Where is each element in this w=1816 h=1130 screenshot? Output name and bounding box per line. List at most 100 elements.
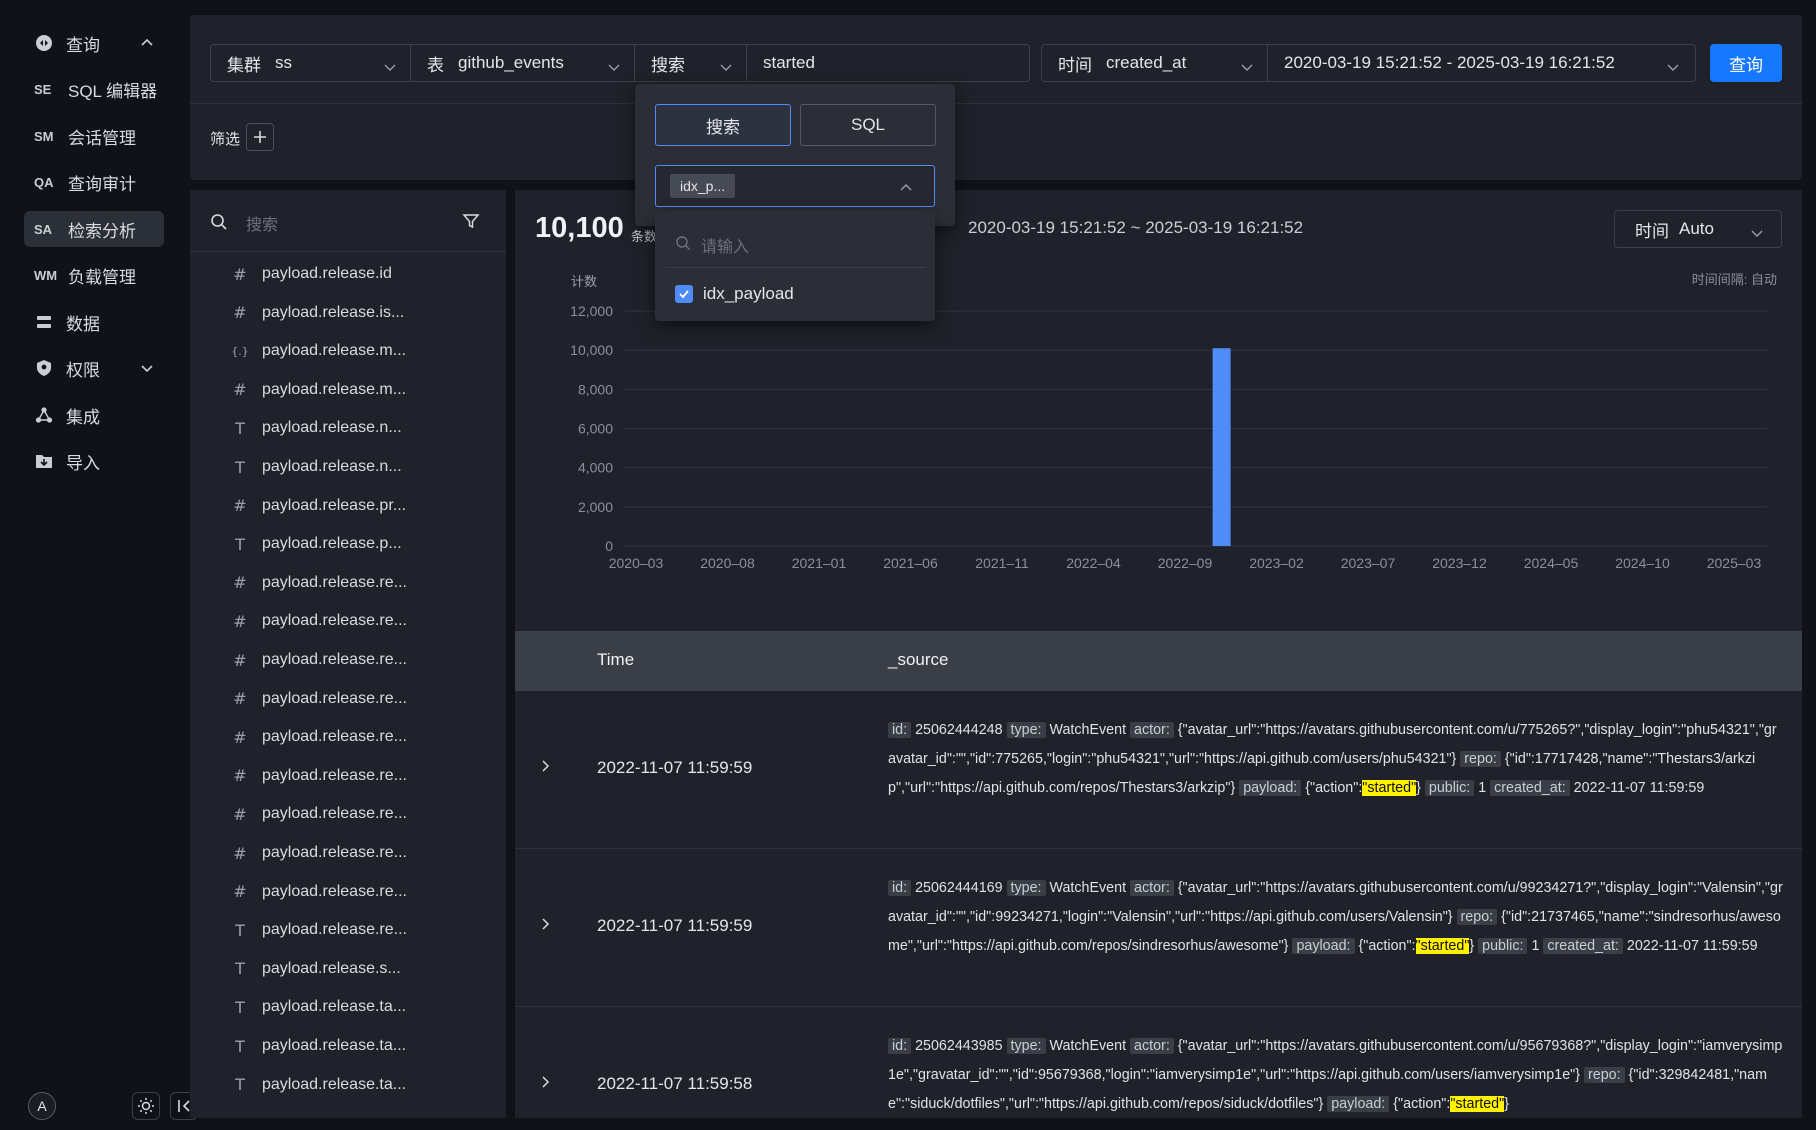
checkbox-checked-icon[interactable] — [675, 285, 693, 303]
nav-query[interactable]: 查询 — [24, 25, 164, 61]
nav-integration[interactable]: 集成 — [24, 397, 164, 433]
nav-data[interactable]: 数据 — [24, 304, 164, 340]
table-label: 表 — [427, 55, 444, 75]
interval-select[interactable]: 时间 Auto — [1614, 210, 1782, 248]
index-option[interactable]: idx_payload — [675, 284, 794, 304]
time-range-picker[interactable]: 2020-03-19 15:21:52 - 2025-03-19 16:21:5… — [1268, 45, 1693, 81]
field-item[interactable]: # payload.release.id — [230, 262, 392, 286]
query-bar: 集群 ss 表 github_events 搜索 started — [210, 44, 1030, 82]
field-item[interactable]: Tpayload.release.p... — [230, 532, 402, 556]
table-row[interactable]: 2022-11-07 11:59:59 id: 25062444169 type:… — [515, 849, 1802, 1007]
field-type-icon: T — [235, 1036, 245, 1056]
source-value: } — [1469, 938, 1479, 954]
field-type-icon: # — [233, 882, 247, 902]
field-item[interactable]: # payload.release.re... — [230, 648, 407, 672]
field-item[interactable]: # payload.release.re... — [230, 725, 407, 749]
chevron-right-icon[interactable] — [539, 917, 551, 935]
chevron-up-icon[interactable] — [140, 35, 154, 55]
selected-index-tag[interactable]: idx_p... — [670, 174, 736, 198]
sql-mode-button[interactable]: SQL — [800, 104, 936, 146]
x-tick-label: 2021–11 — [975, 555, 1029, 571]
field-item[interactable]: Tpayload.release.re... — [230, 918, 407, 942]
result-time-range: 2020-03-19 15:21:52 ~ 2025-03-19 16:21:5… — [968, 218, 1304, 237]
chevron-right-icon[interactable] — [539, 759, 551, 777]
nav-search-analysis[interactable]: SA 检索分析 — [24, 211, 164, 247]
filter-funnel-icon[interactable] — [462, 212, 480, 235]
chevron-right-icon[interactable] — [539, 1075, 551, 1093]
avatar[interactable]: A — [28, 1092, 56, 1120]
field-item[interactable]: Tpayload.release.n... — [230, 455, 402, 479]
query-button[interactable]: 查询 — [1710, 44, 1782, 82]
cluster-select[interactable]: 集群 ss — [211, 45, 411, 81]
nav-session-mgmt[interactable]: SM 会话管理 — [24, 118, 164, 154]
chevron-down-icon[interactable] — [140, 360, 154, 380]
field-search[interactable]: 搜索 — [190, 190, 506, 252]
nav-sql-editor[interactable]: SE SQL 编辑器 — [24, 71, 164, 107]
field-item[interactable]: Tpayload.release.ta... — [230, 1034, 406, 1058]
time-range-value: 2020-03-19 15:21:52 - 2025-03-19 16:21:5… — [1284, 53, 1615, 72]
nav-permission[interactable]: 权限 — [24, 350, 164, 386]
search-mode-button[interactable]: 搜索 — [655, 104, 791, 146]
index-select[interactable]: idx_p... — [655, 165, 935, 207]
table-row[interactable]: 2022-11-07 11:59:59 id: 25062444248 type:… — [515, 691, 1802, 849]
source-key: payload: — [1327, 1096, 1390, 1112]
field-name: payload.release.id — [262, 265, 392, 282]
field-type-icon: # — [233, 727, 247, 747]
search-highlight: "started" — [1450, 1096, 1505, 1112]
theme-toggle-button[interactable] — [132, 1092, 160, 1120]
field-name: payload.release.re... — [262, 728, 407, 746]
search-icon — [675, 235, 691, 256]
field-item[interactable]: Tpayload.release.ta... — [230, 995, 406, 1019]
field-type-icon: # — [233, 650, 247, 670]
divider — [190, 103, 1802, 104]
query-panel: 集群 ss 表 github_events 搜索 started 时间 crea… — [190, 15, 1802, 180]
field-type-icon: T — [235, 959, 245, 979]
field-item[interactable]: Tpayload.release.s... — [230, 957, 401, 981]
nav-abbr: SE — [34, 81, 52, 97]
field-name: payload.release.p... — [262, 535, 402, 553]
field-item[interactable]: # payload.release.re... — [230, 841, 407, 865]
field-item[interactable]: Tpayload.release.n... — [230, 416, 402, 440]
time-field-value: created_at — [1106, 53, 1187, 72]
field-item[interactable]: # payload.release.re... — [230, 764, 407, 788]
search-input[interactable]: started — [747, 45, 1027, 81]
y-tick-label: 6,000 — [578, 421, 613, 437]
x-tick-label: 2022–04 — [1066, 555, 1121, 571]
field-name: payload.release.n... — [262, 458, 402, 475]
field-item[interactable]: {.} payload.release.m... — [230, 339, 406, 363]
field-item[interactable]: # payload.release.re... — [230, 609, 407, 633]
index-search[interactable]: 请输入 — [675, 233, 749, 257]
source-key: created_at: — [1490, 780, 1570, 796]
field-item[interactable]: # payload.release.pr... — [230, 494, 406, 518]
mode-select[interactable]: 搜索 — [635, 45, 747, 81]
field-type-icon: # — [233, 264, 247, 284]
field-item[interactable]: # payload.release.m... — [230, 378, 406, 402]
source-key: payload: — [1292, 938, 1355, 954]
table-select[interactable]: 表 github_events — [411, 45, 635, 81]
sun-icon — [138, 1098, 154, 1114]
field-item[interactable]: # payload.release.re... — [230, 880, 407, 904]
field-name: payload.release.ta... — [262, 1037, 407, 1054]
field-item[interactable]: # payload.release.is... — [230, 301, 404, 325]
nav-import[interactable]: 导入 — [24, 443, 164, 479]
nav-footer: A — [28, 1092, 198, 1120]
nav-query-audit[interactable]: QA 查询审计 — [24, 164, 164, 200]
field-item[interactable]: # payload.release.re... — [230, 687, 407, 711]
result-count: 10,100 — [535, 212, 624, 244]
field-name: payload.release.re... — [262, 805, 407, 823]
nav-workload-mgmt[interactable]: WM 负载管理 — [24, 257, 164, 293]
x-tick-label: 2022–09 — [1158, 555, 1213, 571]
add-filter-button[interactable] — [246, 123, 274, 151]
time-field-select[interactable]: 时间 created_at — [1042, 45, 1268, 81]
field-name: payload.release.re... — [262, 612, 407, 630]
field-item[interactable]: # payload.release.re... — [230, 571, 407, 595]
table-row[interactable]: 2022-11-07 11:59:58 id: 25062443985 type:… — [515, 1007, 1802, 1118]
source-key: public: — [1424, 780, 1475, 796]
field-item[interactable]: # payload.release.re... — [230, 802, 407, 826]
field-item[interactable]: Tpayload.release.ta... — [230, 1073, 406, 1097]
field-list-panel: 搜索 # payload.release.id # payload.release.i… — [190, 190, 506, 1118]
field-type-icon: # — [233, 843, 247, 863]
left-nav: 查询 SE SQL 编辑器 SM 会话管理 QA 查询审计 SA 检索分析 WM… — [0, 0, 198, 1130]
source-key: type: — [1006, 722, 1046, 738]
source-value: 1 — [1527, 938, 1544, 954]
